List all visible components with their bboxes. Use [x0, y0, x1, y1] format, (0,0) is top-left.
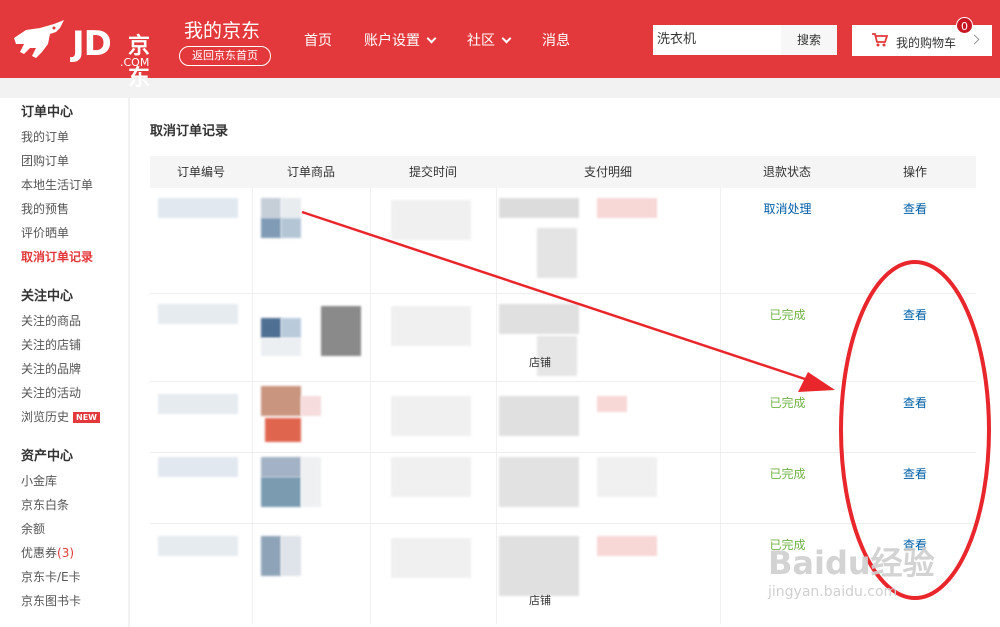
- submit-time-cell: [370, 524, 496, 624]
- sidebar-group-title: 订单中心: [21, 105, 74, 120]
- sidebar-item-reviews[interactable]: 评价晒单: [21, 221, 128, 245]
- top-nav: 首页 账户设置 社区 消息: [304, 30, 602, 50]
- sidebar-group-orders: 订单中心 我的订单 团购订单 本地生活订单 我的预售 评价晒单 取消订单记录: [0, 98, 128, 269]
- new-badge: NEW: [73, 412, 100, 423]
- sidebar-item-book-card[interactable]: 京东图书卡: [21, 589, 128, 613]
- payment-cell: [496, 453, 720, 523]
- sidebar-item-followed-stores[interactable]: 关注的店铺: [21, 333, 128, 357]
- sidebar-item-baitiao[interactable]: 京东白条: [21, 493, 128, 517]
- col-order-id: 订单编号: [176, 165, 225, 179]
- sidebar-item-browse-history[interactable]: 浏览历史 NEW: [21, 405, 128, 429]
- order-id-cell: [150, 524, 252, 624]
- sidebar-group-assets: 资产中心 小金库 京东白条 余额 优惠券(3) 京东卡/E卡 京东图书卡: [0, 429, 128, 613]
- page-title: 取消订单记录: [150, 124, 229, 139]
- col-payment: 支付明细: [583, 165, 632, 179]
- logo-com: .COM: [120, 56, 150, 69]
- sidebar-group-follow: 关注中心 关注的商品 关注的店铺 关注的品牌 关注的活动 浏览历史 NEW: [0, 269, 128, 429]
- refund-status-cell: 取消处理: [720, 188, 854, 293]
- nav-home[interactable]: 首页: [304, 30, 332, 50]
- refund-status-text[interactable]: 取消处理: [721, 200, 854, 217]
- table-row: 已完成 查看: [150, 453, 976, 524]
- sidebar-item-coupons[interactable]: 优惠券(3): [21, 541, 128, 565]
- refund-status-text: 已完成: [769, 396, 806, 410]
- submit-time-cell: [370, 188, 496, 293]
- payment-cell: [496, 188, 720, 293]
- search-button[interactable]: 搜索: [781, 25, 837, 55]
- view-link[interactable]: 查看: [854, 200, 976, 217]
- refund-status-cell: 已完成: [720, 453, 854, 523]
- logo-text: JD: [72, 24, 112, 64]
- sidebar-group-title: 资产中心: [21, 449, 74, 464]
- baidu-watermark: Baidu经验: [768, 544, 935, 582]
- submit-time-cell: [370, 453, 496, 523]
- top-header: JD 京东 .COM 我的京东 返回京东首页 首页 账户设置 社区 消息 洗衣机…: [0, 0, 1000, 91]
- sidebar-item-ecard[interactable]: 京东卡/E卡: [21, 565, 128, 589]
- watermark-url: jingyan.baidu.com: [768, 584, 898, 600]
- sidebar-group-title: 关注中心: [21, 289, 74, 304]
- col-actions: 操作: [902, 165, 927, 179]
- actions-cell: 查看: [854, 382, 976, 452]
- table-header: 订单编号 订单商品 提交时间 支付明细 退款状态 操作: [150, 156, 976, 188]
- chevron-down-icon: [426, 33, 437, 43]
- return-home-button[interactable]: 返回京东首页: [179, 46, 271, 66]
- order-id-cell: [150, 382, 252, 452]
- sidebar: 订单中心 我的订单 团购订单 本地生活订单 我的预售 评价晒单 取消订单记录 关…: [0, 98, 128, 627]
- cart-count-badge: 0: [956, 17, 973, 34]
- products-cell: [252, 524, 370, 624]
- table-row: 店铺 已完成 查看: [150, 294, 976, 382]
- chevron-down-icon: [501, 33, 512, 43]
- coupon-count: (3): [57, 546, 75, 560]
- site-title: 我的京东: [184, 20, 261, 42]
- nav-community[interactable]: 社区: [467, 30, 512, 50]
- sidebar-item-followed-products[interactable]: 关注的商品: [21, 309, 128, 333]
- sidebar-item-balance[interactable]: 余额: [21, 517, 128, 541]
- sidebar-item-followed-events[interactable]: 关注的活动: [21, 381, 128, 405]
- products-cell: [252, 188, 370, 293]
- search-input[interactable]: 洗衣机: [653, 25, 781, 55]
- sidebar-item-local-orders[interactable]: 本地生活订单: [21, 173, 128, 197]
- payment-cell: [496, 382, 720, 452]
- payment-cell: 店铺: [496, 294, 720, 381]
- sidebar-item-my-orders[interactable]: 我的订单: [21, 125, 128, 149]
- view-link[interactable]: 查看: [854, 465, 976, 482]
- actions-cell: 查看: [854, 453, 976, 523]
- refund-status-text: 已完成: [769, 308, 806, 322]
- submit-time-cell: [370, 294, 496, 381]
- view-link[interactable]: 查看: [854, 394, 976, 411]
- refund-status-cell: 已完成: [720, 382, 854, 452]
- jd-dog-mascot-icon: [14, 20, 64, 58]
- products-cell: [252, 453, 370, 523]
- submit-time-cell: [370, 382, 496, 452]
- refund-status-text: 已完成: [769, 467, 806, 481]
- table-row: 已完成 查看: [150, 382, 976, 453]
- products-cell: [252, 294, 370, 381]
- sidebar-item-vault[interactable]: 小金库: [21, 469, 128, 493]
- sidebar-item-cancel-records[interactable]: 取消订单记录: [21, 245, 128, 269]
- refund-status-cell: 已完成: [720, 294, 854, 381]
- table-row: 取消处理 查看: [150, 188, 976, 294]
- order-id-cell: [150, 188, 252, 293]
- col-submit-time: 提交时间: [408, 165, 457, 179]
- sidebar-item-group-orders[interactable]: 团购订单: [21, 149, 128, 173]
- col-products: 订单商品: [286, 165, 335, 179]
- cart-icon: [872, 33, 888, 47]
- nav-messages[interactable]: 消息: [542, 30, 570, 50]
- order-id-cell: [150, 294, 252, 381]
- actions-cell: 查看: [854, 294, 976, 381]
- payment-cell: 店铺: [496, 524, 720, 624]
- cart-button[interactable]: 我的购物车 0: [852, 17, 992, 56]
- actions-cell: 查看: [854, 188, 976, 293]
- sidebar-item-presale[interactable]: 我的预售: [21, 197, 128, 221]
- view-link[interactable]: 查看: [854, 306, 976, 323]
- chevron-right-icon: [969, 34, 980, 45]
- store-note: 店铺: [529, 594, 551, 607]
- col-refund-status: 退款状态: [762, 165, 811, 179]
- sidebar-item-followed-brands[interactable]: 关注的品牌: [21, 357, 128, 381]
- jd-logo[interactable]: JD 京东 .COM: [10, 14, 170, 91]
- cart-label: 我的购物车: [896, 36, 957, 50]
- order-id-cell: [150, 453, 252, 523]
- store-note: 店铺: [529, 356, 551, 369]
- products-cell: [252, 382, 370, 452]
- nav-account-settings[interactable]: 账户设置: [364, 30, 437, 50]
